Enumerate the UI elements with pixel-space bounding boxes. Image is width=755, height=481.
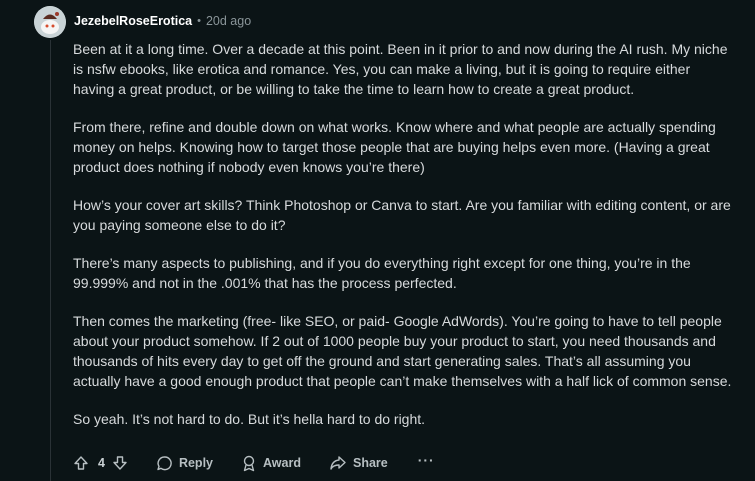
reply-button[interactable]: Reply	[156, 455, 213, 472]
thread-line	[50, 40, 51, 481]
share-label: Share	[352, 456, 388, 470]
comment-paragraph: There’s many aspects to publishing, and …	[73, 255, 691, 291]
comment-timestamp[interactable]: 20d ago	[206, 14, 251, 28]
comment-paragraph: So yeah. It’s not hard to do. But it’s h…	[73, 411, 426, 427]
upvote-arrow-icon	[74, 456, 88, 470]
award-label: Award	[263, 456, 301, 470]
comment-meta: JezebelRoseErotica • 20d ago	[74, 12, 251, 30]
vote-controls: 4	[73, 455, 128, 471]
award-ribbon-icon	[243, 455, 255, 471]
comment-paragraph: Then comes the marketing (free- like SEO…	[73, 313, 732, 389]
upvote-button[interactable]	[73, 455, 89, 471]
comment-paragraph: Been at it a long time. Over a decade at…	[73, 41, 728, 97]
downvote-button[interactable]	[112, 455, 128, 471]
downvote-arrow-icon	[113, 456, 127, 470]
user-avatar[interactable]	[34, 6, 66, 38]
share-button[interactable]: Share	[329, 455, 388, 471]
speech-bubble-icon	[157, 455, 172, 470]
comment-actions: 4 Reply Award Share ···	[73, 452, 435, 474]
comment-body: Been at it a long time. Over a decade at…	[73, 39, 733, 447]
comment-paragraph: How’s your cover art skills? Think Photo…	[73, 197, 731, 233]
author-username[interactable]: JezebelRoseErotica	[74, 14, 192, 28]
award-button[interactable]: Award	[241, 455, 301, 472]
snoo-avatar-icon	[34, 6, 66, 38]
more-options-button[interactable]: ···	[418, 452, 435, 468]
vote-score: 4	[98, 456, 105, 470]
share-arrow-icon	[330, 456, 346, 470]
comment-paragraph: From there, refine and double down on wh…	[73, 119, 716, 175]
meta-separator: •	[197, 15, 201, 27]
reply-label: Reply	[178, 456, 213, 470]
